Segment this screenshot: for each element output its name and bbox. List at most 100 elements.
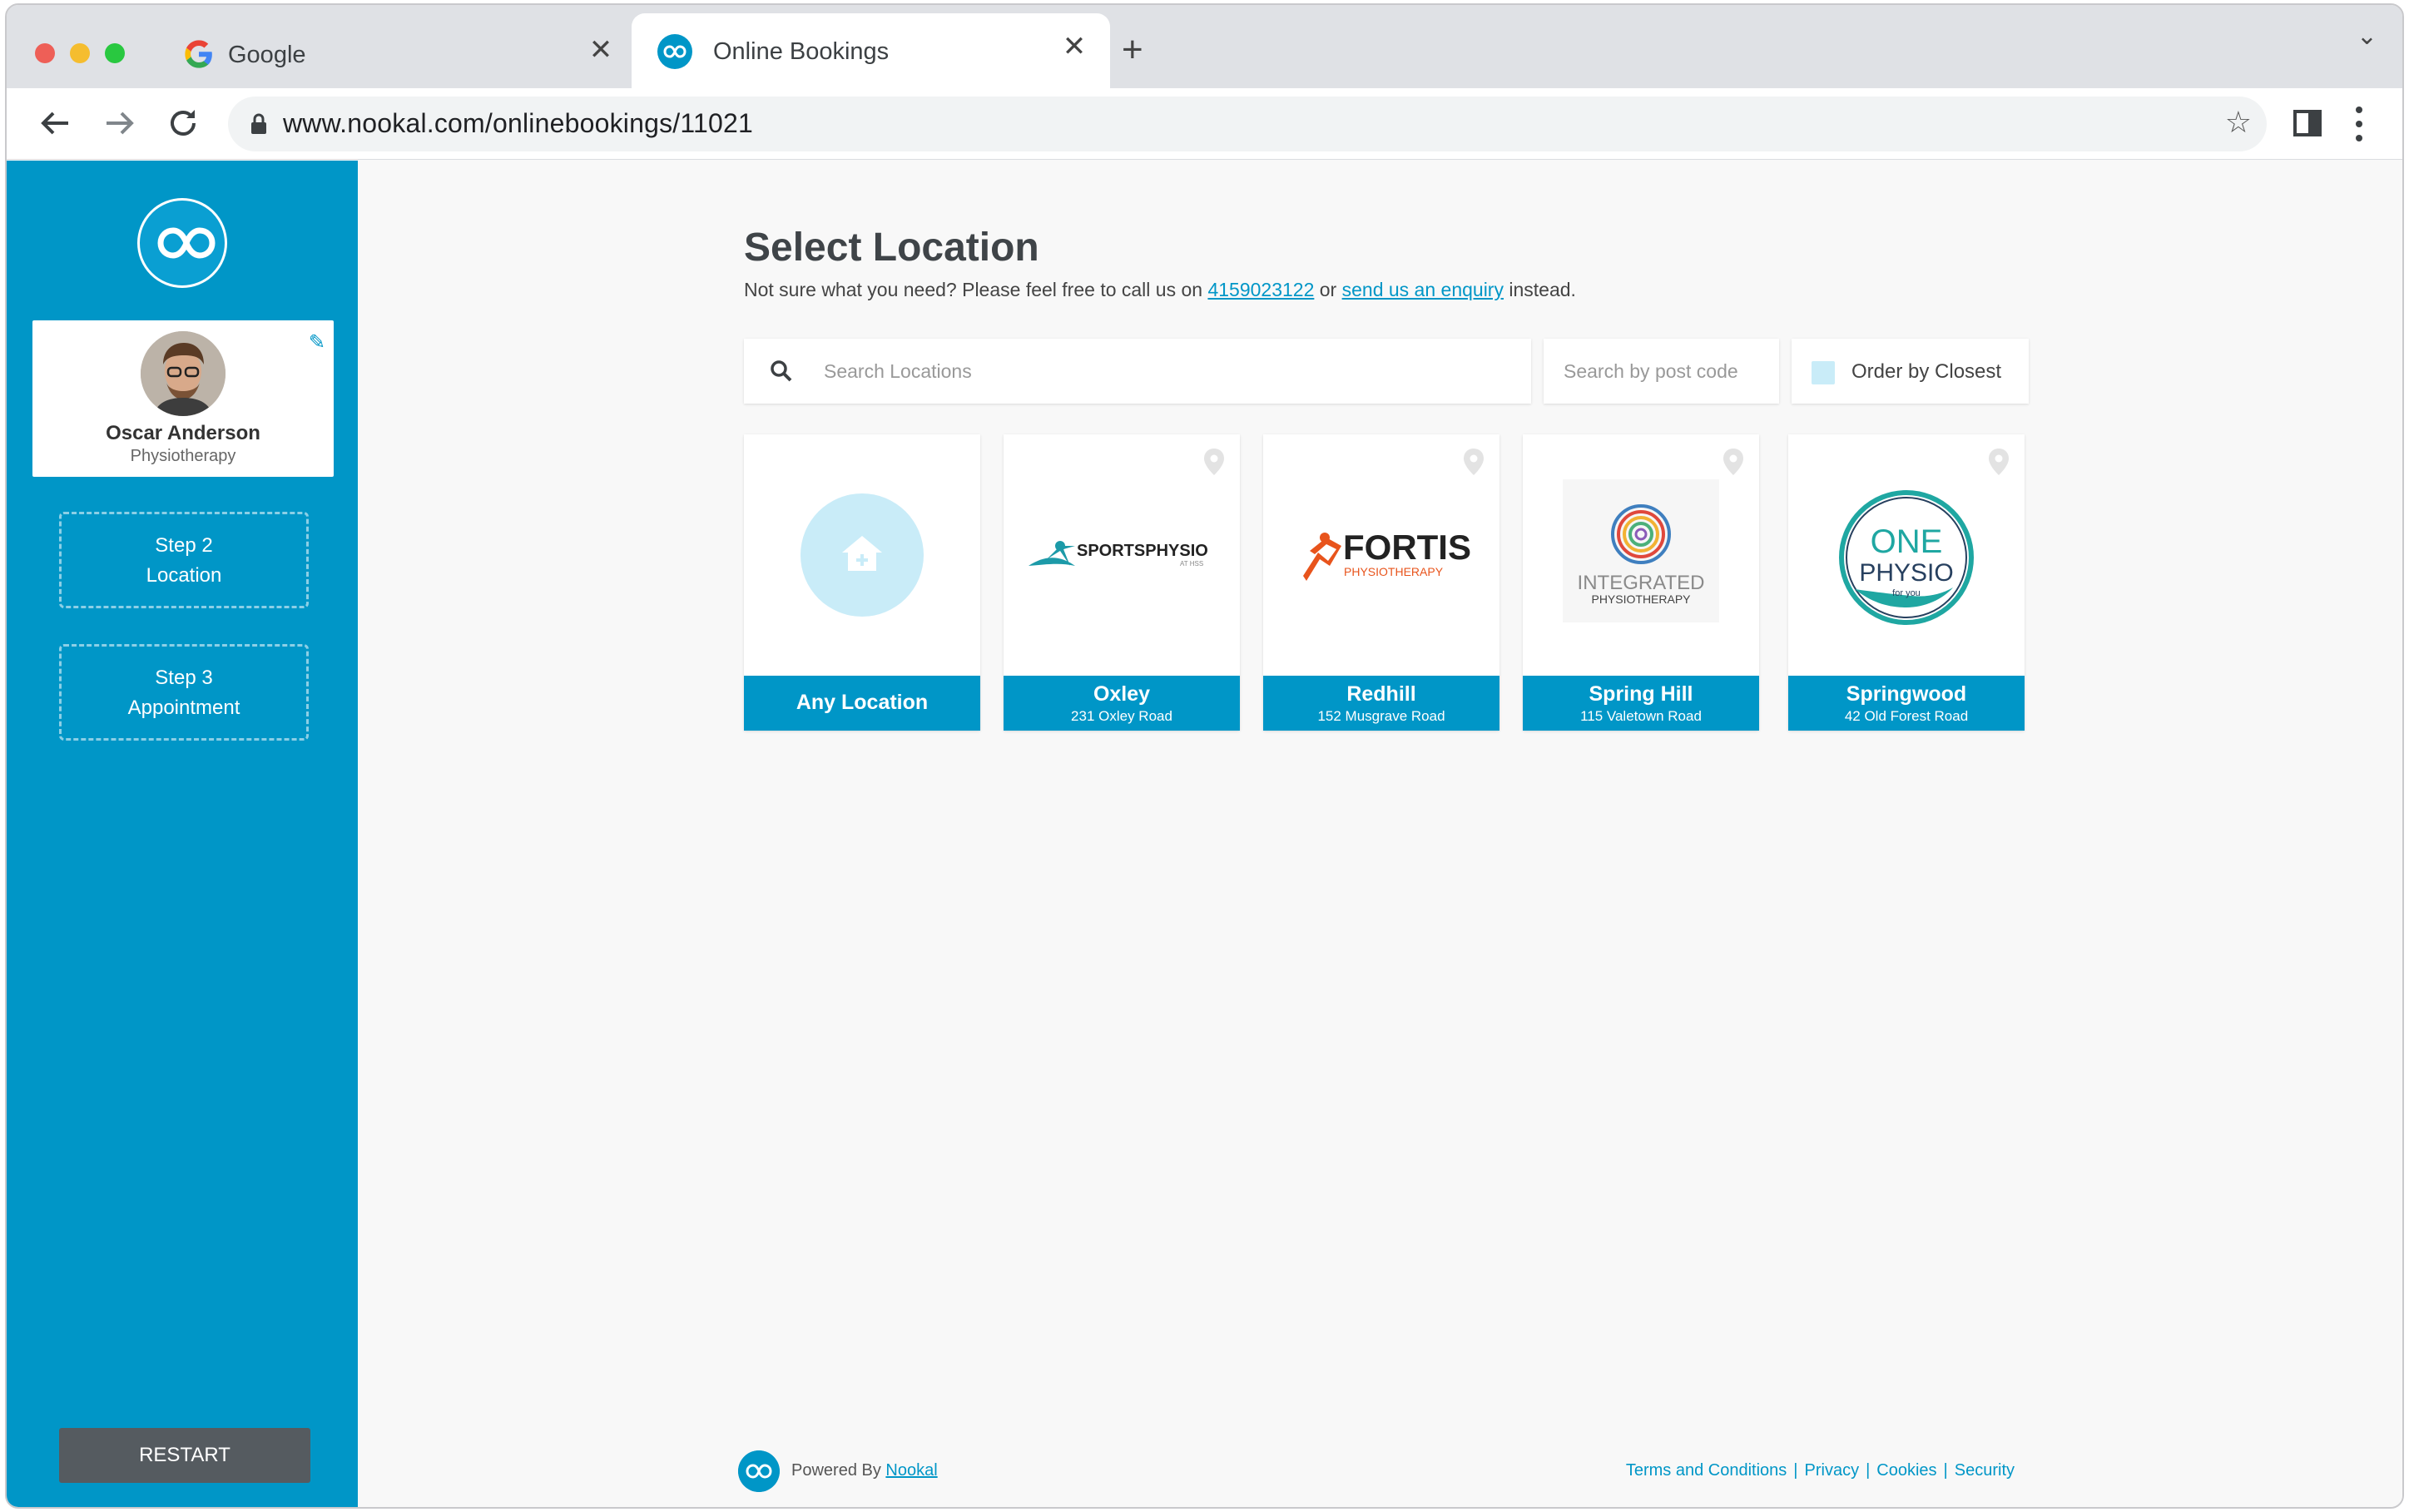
location-logo xyxy=(744,434,980,676)
postcode-input[interactable] xyxy=(1564,339,1763,404)
forward-arrow-icon xyxy=(107,112,134,135)
url-text: www.nookal.com/onlinebookings/11021 xyxy=(283,108,753,138)
separator: | xyxy=(1866,1461,1871,1480)
location-card-spring-hill[interactable]: INTEGRATED PHYSIOTHERAPY Spring Hill 115… xyxy=(1523,434,1759,731)
enquiry-link[interactable]: send us an enquiry xyxy=(1342,279,1504,300)
edit-pencil-icon[interactable]: ✎ xyxy=(309,330,325,354)
step-sublabel: Appointment xyxy=(127,697,240,719)
reload-button[interactable] xyxy=(160,100,206,146)
location-footer: Oxley 231 Oxley Road xyxy=(1004,676,1240,731)
location-name: Spring Hill xyxy=(1589,682,1693,706)
side-panel-icon[interactable] xyxy=(2293,110,2322,136)
tab-google[interactable]: Google ✕ xyxy=(165,13,627,88)
location-address: 152 Musgrave Road xyxy=(1317,708,1445,724)
postcode-search-box xyxy=(1544,339,1779,404)
tab-online-bookings[interactable]: Online Bookings ✕ xyxy=(632,13,1110,88)
tab-strip: Google ✕ Online Bookings ✕ + ⌄ xyxy=(7,5,2402,88)
sidebar: ✎ Oscar Anderson Physiotherapy Step 2 Lo… xyxy=(7,161,358,1507)
google-g-icon xyxy=(185,40,212,68)
maximize-window-button[interactable] xyxy=(105,43,125,63)
location-logo: FORTIS PHYSIOTHERAPY xyxy=(1263,434,1499,676)
reload-icon xyxy=(171,110,196,136)
separator: | xyxy=(1943,1461,1948,1480)
location-address: 42 Old Forest Road xyxy=(1844,708,1969,724)
location-address: 231 Oxley Road xyxy=(1071,708,1172,724)
order-by-closest-label: Order by Closest xyxy=(1851,360,2002,383)
cookies-link[interactable]: Cookies xyxy=(1876,1461,1936,1480)
logo-text: SPORTSPHYSIO xyxy=(1077,542,1208,560)
location-footer: Spring Hill 115 Valetown Road xyxy=(1523,676,1759,731)
order-by-closest-checkbox[interactable] xyxy=(1812,361,1835,384)
terms-link[interactable]: Terms and Conditions xyxy=(1626,1461,1787,1480)
nookal-link[interactable]: Nookal xyxy=(885,1461,937,1480)
logo-sub: PHYSIOTHERAPY xyxy=(1591,592,1691,606)
subtitle-suffix: instead. xyxy=(1509,279,1576,300)
page-title: Select Location xyxy=(744,226,1039,270)
tab-online-bookings-title: Online Bookings xyxy=(713,38,890,65)
minimize-window-button[interactable] xyxy=(70,43,90,63)
location-card-any[interactable]: Any Location xyxy=(744,434,980,731)
practitioner-card[interactable]: ✎ Oscar Anderson Physiotherapy xyxy=(32,320,334,477)
logo-sub: AT HSS xyxy=(1180,560,1203,568)
address-bar[interactable]: www.nookal.com/onlinebookings/11021 ☆ xyxy=(228,97,2267,151)
security-link[interactable]: Security xyxy=(1955,1461,2015,1480)
location-name: Springwood xyxy=(1846,682,1967,706)
subtitle-prefix: Not sure what you need? Please feel free… xyxy=(744,279,1203,300)
logo-sub: for you xyxy=(1892,588,1921,598)
close-window-button[interactable] xyxy=(35,43,55,63)
location-address: 115 Valetown Road xyxy=(1580,708,1702,724)
avatar xyxy=(141,331,226,416)
close-tab-icon[interactable]: ✕ xyxy=(584,33,617,67)
location-logo: INTEGRATED PHYSIOTHERAPY xyxy=(1523,434,1759,676)
bookmark-star-icon[interactable]: ☆ xyxy=(2225,105,2252,140)
logo-mid: PHYSIO xyxy=(1859,559,1953,587)
location-name: Any Location xyxy=(796,691,929,714)
location-footer: Any Location xyxy=(744,676,980,731)
nookal-footer-logo-icon[interactable] xyxy=(738,1450,780,1492)
new-tab-button[interactable]: + xyxy=(1122,32,1143,68)
nookal-infinity-icon xyxy=(657,34,692,69)
logo-sub: PHYSIOTHERAPY xyxy=(1344,565,1444,578)
step-location[interactable]: Step 2 Location xyxy=(59,512,309,608)
logo-text: FORTIS xyxy=(1343,528,1471,567)
location-logo: SPORTSPHYSIO AT HSS xyxy=(1004,434,1240,676)
phone-link[interactable]: 4159023122 xyxy=(1207,279,1314,300)
step-sublabel: Location xyxy=(146,564,222,587)
restart-button[interactable]: RESTART xyxy=(59,1428,310,1483)
search-locations-input[interactable] xyxy=(824,339,1506,404)
infinity-icon xyxy=(157,227,216,259)
search-icon xyxy=(771,360,792,382)
nookal-logo[interactable] xyxy=(137,198,227,288)
back-button[interactable] xyxy=(32,100,78,146)
practitioner-service: Physiotherapy xyxy=(130,447,236,465)
location-logo: ONE PHYSIO for you xyxy=(1788,434,2025,676)
browser-toolbar: www.nookal.com/onlinebookings/11021 ☆ xyxy=(7,88,2402,160)
lock-icon xyxy=(251,113,266,134)
close-tab-icon[interactable]: ✕ xyxy=(1058,30,1091,63)
forward-button[interactable] xyxy=(97,100,143,146)
footer-links: Terms and Conditions | Privacy | Cookies | Sec… xyxy=(1626,1461,2015,1480)
step-label: Step 3 xyxy=(155,667,213,689)
step-label: Step 2 xyxy=(155,534,213,557)
location-card-oxley[interactable]: SPORTSPHYSIO AT HSS Oxley 231 Oxley Road xyxy=(1004,434,1240,731)
location-footer: Springwood 42 Old Forest Road xyxy=(1788,676,2025,731)
tab-google-title: Google xyxy=(228,42,306,68)
location-card-springwood[interactable]: ONE PHYSIO for you Springwood 42 Old For… xyxy=(1788,434,2025,731)
order-by-closest-toggle[interactable]: Order by Closest xyxy=(1792,339,2029,404)
tab-search-chevron-icon[interactable]: ⌄ xyxy=(2357,22,2377,51)
location-name: Redhill xyxy=(1346,682,1416,706)
back-arrow-icon xyxy=(41,112,68,135)
practitioner-name: Oscar Anderson xyxy=(106,422,260,444)
step-appointment[interactable]: Step 3 Appointment xyxy=(59,644,309,741)
privacy-link[interactable]: Privacy xyxy=(1805,1461,1860,1480)
location-card-redhill[interactable]: FORTIS PHYSIOTHERAPY Redhill 152 Musgrav… xyxy=(1263,434,1499,731)
subtitle-middle: or xyxy=(1319,279,1337,300)
location-search-box xyxy=(744,339,1531,404)
separator: | xyxy=(1793,1461,1798,1480)
location-name: Oxley xyxy=(1093,682,1151,706)
browser-window: Google ✕ Online Bookings ✕ + ⌄ www.nooka… xyxy=(5,3,2404,1509)
page-content: ✎ Oscar Anderson Physiotherapy Step 2 Lo… xyxy=(7,161,2402,1507)
page-subtitle: Not sure what you need? Please feel free… xyxy=(744,279,1576,301)
logo-text: ONE xyxy=(1871,523,1943,560)
more-menu-icon[interactable] xyxy=(2355,105,2363,143)
